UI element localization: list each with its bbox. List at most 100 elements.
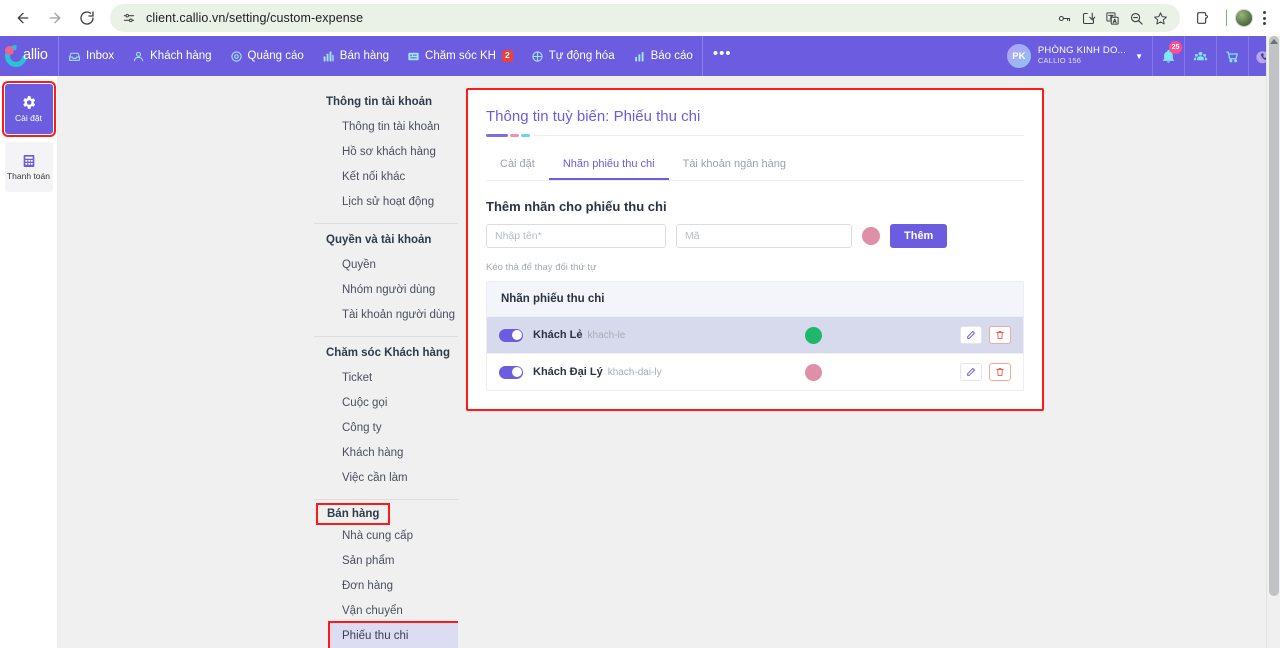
nav-link-don-hang[interactable]: Đơn hàng	[330, 573, 458, 598]
chrome-menu-icon[interactable]	[1257, 11, 1272, 25]
zoom-out-icon[interactable]	[1129, 11, 1144, 26]
settings-nav: Thông tin tài khoản Thông tin tài khoản …	[58, 76, 458, 648]
tab-cai-dat[interactable]: Cài đặt	[486, 149, 549, 180]
nav-badge: 2	[501, 50, 513, 62]
row-code: khach-le	[587, 329, 626, 341]
reload-icon[interactable]	[72, 3, 102, 33]
bookmark-star-icon[interactable]	[1153, 11, 1168, 26]
row-actions	[960, 363, 1011, 381]
nav-item-quang-cao[interactable]: Quảng cáo	[221, 36, 313, 76]
nav-label: Chăm sóc KH	[425, 50, 496, 62]
nav-link-ket-noi-khac[interactable]: Kết nối khác	[330, 164, 458, 189]
pencil-icon[interactable]	[960, 326, 982, 344]
add-label-form: Thêm	[486, 224, 1024, 248]
back-arrow-icon[interactable]	[8, 3, 38, 33]
nav-group-title: Thông tin tài khoản	[326, 96, 433, 108]
nav-group-ban-hang: Bán hàng Nhà cung cấp Sản phẩm Đơn hàng …	[58, 503, 458, 648]
customer-icon	[132, 50, 145, 63]
nav-item-bao-cao[interactable]: Báo cáo	[624, 36, 702, 76]
automation-icon	[531, 50, 544, 63]
profile-avatar-icon[interactable]	[1235, 9, 1253, 27]
scroll-up-arrow-icon[interactable]	[1269, 39, 1278, 44]
nav-link-khach-hang[interactable]: Khách hàng	[330, 440, 458, 465]
nav-link-nha-cung-cap[interactable]: Nhà cung cấp	[330, 523, 458, 548]
add-button[interactable]: Thêm	[890, 224, 948, 248]
site-settings-icon[interactable]	[122, 11, 136, 25]
nav-item-tu-dong-hoa[interactable]: Tự động hóa	[522, 36, 624, 76]
table-row[interactable]: Khách Đại Lý khach-dai-ly	[487, 353, 1023, 390]
forward-arrow-icon[interactable]	[40, 3, 70, 33]
nav-more-button[interactable]: •••	[703, 46, 742, 61]
trash-icon[interactable]	[989, 363, 1011, 381]
scrollbar-thumb[interactable]	[1269, 36, 1279, 596]
inbox-icon	[68, 50, 81, 63]
list-header: Nhãn phiếu thu chi	[487, 282, 1023, 316]
cart-button[interactable]	[1216, 36, 1248, 76]
app-body: Cài đặt Thanh toán Thông tin tài khoản T…	[0, 36, 1280, 648]
row-toggle[interactable]	[499, 365, 523, 379]
toolbar-divider	[1226, 10, 1227, 26]
nav-item-ban-hang[interactable]: Bán hàng	[313, 36, 398, 76]
nav-link-san-pham[interactable]: Sản phẩm	[330, 548, 458, 573]
custom-expense-panel: Thông tin tuỳ biến: Phiếu thu chi Cài đặ…	[466, 88, 1044, 411]
nav-link-ticket[interactable]: Ticket	[330, 365, 458, 390]
tab-nhan-phieu-thu-chi[interactable]: Nhãn phiếu thu chi	[548, 149, 669, 180]
notifications-button[interactable]: 25	[1152, 36, 1184, 76]
accent-seg-pink	[510, 134, 519, 137]
row-actions	[960, 326, 1011, 344]
accent-rest-line	[534, 135, 1024, 136]
nav-link-thong-tin-tai-khoan[interactable]: Thông tin tài khoản	[330, 114, 458, 139]
tab-tai-khoan-ngan-hang[interactable]: Tài khoản ngân hàng	[669, 149, 800, 180]
nav-link-lich-su-hoat-dong[interactable]: Lịch sử hoạt động	[330, 189, 458, 214]
color-picker-swatch[interactable]	[862, 227, 880, 245]
nav-item-khach-hang[interactable]: Khách hàng	[123, 36, 220, 76]
nav-divider	[314, 499, 458, 500]
rail-item-cai-dat[interactable]: Cài đặt	[1, 81, 56, 137]
translate-icon[interactable]	[1105, 11, 1120, 26]
chrome-right-controls	[1182, 3, 1272, 33]
panel-tabs: Cài đặt Nhãn phiếu thu chi Tài khoản ngâ…	[486, 149, 1024, 181]
nav-link-quyen[interactable]: Quyền	[330, 252, 458, 277]
logo-text: allio	[23, 47, 48, 63]
extensions-icon[interactable]	[1188, 3, 1218, 33]
address-bar[interactable]: client.callio.vn/setting/custom-expense	[110, 4, 1180, 32]
nav-label: Báo cáo	[650, 50, 693, 62]
nav-link-van-chuyen[interactable]: Vận chuyển	[330, 598, 458, 623]
nav-item-cham-soc-kh[interactable]: Chăm sóc KH 2	[398, 36, 522, 76]
gear-icon	[20, 94, 37, 111]
row-label: Khách Đại Lý	[533, 366, 603, 378]
password-key-icon[interactable]	[1057, 11, 1072, 26]
nav-link-cong-ty[interactable]: Công ty	[330, 415, 458, 440]
nav-link-ho-so-khach-hang[interactable]: Hồ sơ khách hàng	[330, 139, 458, 164]
settings-nav-inner: Thông tin tài khoản Thông tin tài khoản …	[58, 90, 458, 648]
table-row[interactable]: Khách Lẻ khach-le	[487, 316, 1023, 353]
report-icon	[633, 50, 646, 63]
nav-link-cuoc-goi[interactable]: Cuộc gọi	[330, 390, 458, 415]
row-toggle[interactable]	[499, 328, 523, 342]
nav-link-phieu-thu-chi[interactable]: Phiếu thu chi	[328, 621, 458, 648]
nav-group-thong-tin-tai-khoan: Thông tin tài khoản Thông tin tài khoản …	[58, 90, 458, 214]
user-menu[interactable]: PK PHÒNG KINH DO... CALLIO 156 ▼	[999, 36, 1152, 76]
section-title: Thêm nhãn cho phiếu thu chi	[486, 199, 667, 214]
pencil-icon[interactable]	[960, 363, 982, 381]
main-content: Thông tin tuỳ biến: Phiếu thu chi Cài đặ…	[458, 76, 1280, 648]
label-code-input[interactable]	[676, 224, 852, 248]
nav-item-inbox[interactable]: Inbox	[59, 36, 123, 76]
nav-link-tai-khoan-nguoi-dung[interactable]: Tài khoản người dùng	[330, 302, 458, 327]
page-scrollbar[interactable]	[1266, 36, 1280, 648]
label-name-input[interactable]	[486, 224, 666, 248]
trash-icon[interactable]	[989, 326, 1011, 344]
nav-link-viec-can-lam[interactable]: Việc cần làm	[330, 465, 458, 490]
title-accent-line	[486, 134, 1024, 137]
nav-label: Inbox	[86, 50, 115, 62]
browser-toolbar: client.callio.vn/setting/custom-expense	[0, 0, 1280, 36]
nav-divider	[314, 336, 458, 337]
nav-link-nhom-nguoi-dung[interactable]: Nhóm người dùng	[330, 277, 458, 302]
header-right: PK PHÒNG KINH DO... CALLIO 156 ▼ 25	[999, 36, 1280, 76]
people-button[interactable]	[1184, 36, 1216, 76]
callio-logo[interactable]: allio	[0, 36, 58, 76]
row-label: Khách Lẻ	[533, 329, 583, 341]
install-app-icon[interactable]	[1081, 11, 1096, 26]
drag-hint: Kéo thả để thay đổi thứ tự	[486, 262, 597, 273]
rail-item-thanh-toan[interactable]: Thanh toán	[4, 142, 53, 192]
